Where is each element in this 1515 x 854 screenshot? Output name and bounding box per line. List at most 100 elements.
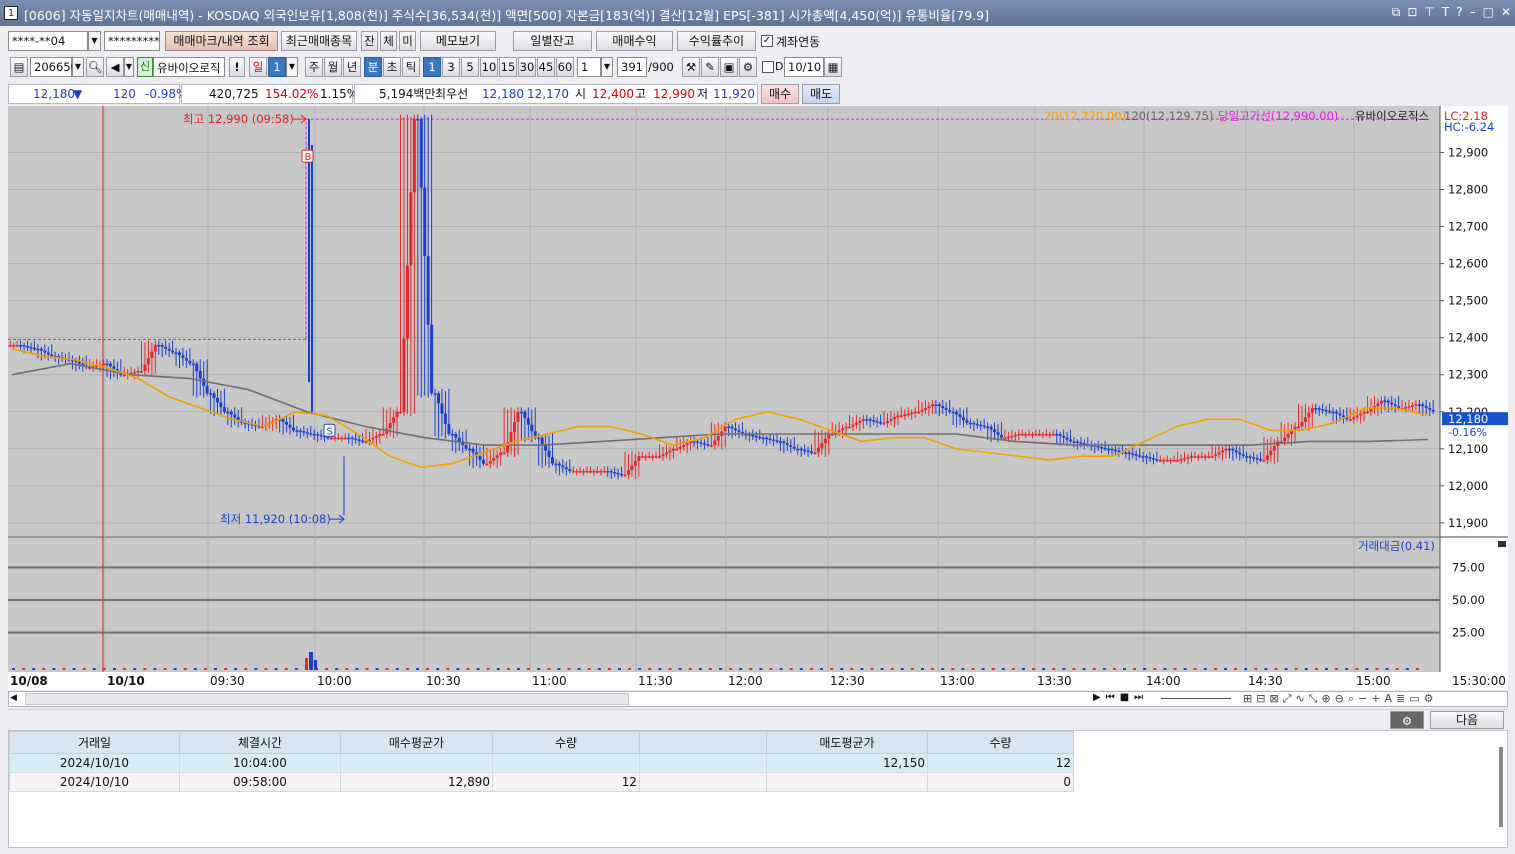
- candle-body: [354, 438, 358, 441]
- minute-1[interactable]: 1: [423, 57, 441, 77]
- period-second[interactable]: 초: [383, 57, 401, 77]
- pin-icon[interactable]: ⊤: [1424, 5, 1434, 20]
- maximize-icon[interactable]: □: [1483, 5, 1494, 20]
- volume-bar: [244, 668, 248, 670]
- minute-45[interactable]: 45: [537, 57, 555, 77]
- volume-bar: [739, 668, 743, 670]
- candle-body: [1214, 454, 1218, 457]
- candle-body: [799, 448, 803, 451]
- password-field[interactable]: *********: [104, 31, 160, 51]
- period-year[interactable]: 년: [343, 57, 361, 77]
- minute-30[interactable]: 30: [518, 57, 536, 77]
- candle-body: [450, 433, 454, 436]
- minute-5[interactable]: 5: [461, 57, 479, 77]
- trade-mark-query-button[interactable]: 매매마크/내역 조회: [165, 31, 278, 51]
- gear-icon[interactable]: ⚙: [739, 57, 757, 77]
- period-week[interactable]: 주: [305, 57, 323, 77]
- multiplier-input[interactable]: 1: [577, 57, 601, 77]
- candle-body: [913, 411, 917, 414]
- account-dropdown-icon[interactable]: ▼: [88, 31, 101, 51]
- price-chart[interactable]: 10/08 10/10 09:30 10:00 10:30 11:00 11:30 12:00…: [1, 106, 1508, 690]
- table-scrollbar[interactable]: [1499, 747, 1503, 827]
- sound-icon[interactable]: ◀: [106, 57, 124, 77]
- zoom-slider[interactable]: [1161, 698, 1231, 699]
- date-checkbox[interactable]: [762, 61, 774, 73]
- scroll-thumb[interactable]: [25, 693, 629, 705]
- window-icon[interactable]: 1: [4, 6, 18, 20]
- sound-dropdown-icon[interactable]: ▼: [124, 57, 134, 77]
- column-header[interactable]: 체결시간: [179, 731, 341, 754]
- ma20-legend: 20(12,220.00): [1044, 109, 1126, 123]
- buy-button[interactable]: 매수: [761, 84, 799, 104]
- calendar-icon[interactable]: ▦: [824, 57, 842, 77]
- period-tick[interactable]: 틱: [402, 57, 420, 77]
- recent-trades-button[interactable]: 최근매매종목: [281, 31, 357, 51]
- candle-body: [1113, 449, 1117, 452]
- column-header[interactable]: 매수평균가: [340, 731, 493, 754]
- period-month[interactable]: 월: [324, 57, 342, 77]
- memo-button[interactable]: 메모보기: [420, 31, 496, 51]
- candle-body: [796, 448, 800, 451]
- candle-body: [164, 346, 168, 349]
- font-icon[interactable]: T: [1442, 5, 1449, 20]
- chart-tool-icons[interactable]: ⊞⊟⊠⤢∿⤡⊕⊖⌕−+A≣▭⚙: [1243, 692, 1438, 706]
- return-trend-button[interactable]: 수익률추이: [677, 31, 756, 51]
- cascade-icon[interactable]: ⊡: [1407, 5, 1417, 20]
- restore-icon[interactable]: ⧉: [1392, 5, 1401, 20]
- minute-15[interactable]: 15: [499, 57, 517, 77]
- column-header[interactable]: 수량: [492, 731, 640, 754]
- period-day[interactable]: 일: [249, 57, 267, 77]
- minute-3[interactable]: 3: [442, 57, 460, 77]
- next-button[interactable]: 다음: [1430, 711, 1504, 729]
- column-header[interactable]: [639, 731, 767, 754]
- candle-body: [675, 448, 679, 451]
- volume-bar: [1365, 668, 1369, 670]
- volume-bar: [113, 668, 116, 670]
- spacer-cell: [639, 753, 767, 773]
- alert-icon[interactable]: !: [229, 57, 245, 77]
- chart-area[interactable]: 10/08 10/10 09:30 10:00 10:30 11:00 11:30 12:00…: [1, 106, 1508, 690]
- sell-button[interactable]: 매도: [802, 84, 840, 104]
- daily-balance-button[interactable]: 일별잔고: [513, 31, 592, 51]
- period-dropdown-icon[interactable]: ▼: [286, 57, 298, 77]
- period-minute[interactable]: 분: [364, 57, 382, 77]
- trade-profit-button[interactable]: 매매수익: [596, 31, 673, 51]
- account-select[interactable]: ****-**04: [8, 31, 88, 51]
- column-header[interactable]: 수량: [927, 731, 1074, 754]
- gear-icon[interactable]: ⚙: [1390, 711, 1424, 729]
- minute-60[interactable]: 60: [556, 57, 574, 77]
- tab-unfilled[interactable]: 미: [399, 31, 416, 51]
- column-header[interactable]: 거래일: [9, 731, 180, 754]
- multiplier-dropdown-icon[interactable]: ▼: [601, 57, 613, 77]
- candle-body: [471, 448, 475, 453]
- account-link-checkbox[interactable]: ✓: [761, 35, 773, 47]
- minute-10[interactable]: 10: [480, 57, 498, 77]
- save-icon[interactable]: ▣: [720, 57, 738, 77]
- chart-settings-icon[interactable]: ⚒: [682, 57, 700, 77]
- table-row[interactable]: 2024/10/10 10:04:00 12,150 12: [9, 753, 1074, 773]
- volume-bar: [214, 668, 217, 670]
- count-input[interactable]: 391: [617, 57, 647, 77]
- chart-scrollbar[interactable]: ◀ ▶⏮■⏭ ⊞⊟⊠⤢∿⤡⊕⊖⌕−+A≣▭⚙: [8, 691, 1508, 707]
- help-icon[interactable]: ?: [1456, 5, 1462, 20]
- indicator-icon[interactable]: ✎: [701, 57, 719, 77]
- candle-body: [1041, 433, 1045, 436]
- period-day-count[interactable]: 1: [268, 57, 286, 77]
- column-header[interactable]: 매도평균가: [766, 731, 928, 754]
- playback-controls[interactable]: ▶⏮■⏭: [1093, 692, 1148, 703]
- candle-body: [540, 437, 544, 445]
- stock-name-field[interactable]: 유바이오로직: [153, 57, 225, 77]
- code-search-icon[interactable]: ▤: [10, 57, 28, 77]
- date-input[interactable]: 10/10: [784, 57, 824, 77]
- minimize-icon[interactable]: –: [1470, 5, 1476, 20]
- stock-code-dropdown-icon[interactable]: ▼: [72, 57, 84, 77]
- candle-body: [1362, 411, 1366, 414]
- trade-date: 2024/10/10: [9, 772, 180, 792]
- close-icon[interactable]: ✕: [1501, 5, 1511, 20]
- search-icon[interactable]: 🔍︎: [86, 57, 104, 77]
- tab-executed[interactable]: 체: [380, 31, 397, 51]
- stock-code-input[interactable]: 206650: [30, 57, 78, 77]
- scroll-left-icon[interactable]: ◀: [10, 693, 17, 703]
- table-row[interactable]: 2024/10/10 09:58:00 12,890 12 0: [9, 772, 1074, 792]
- tab-balance[interactable]: 잔: [361, 31, 378, 51]
